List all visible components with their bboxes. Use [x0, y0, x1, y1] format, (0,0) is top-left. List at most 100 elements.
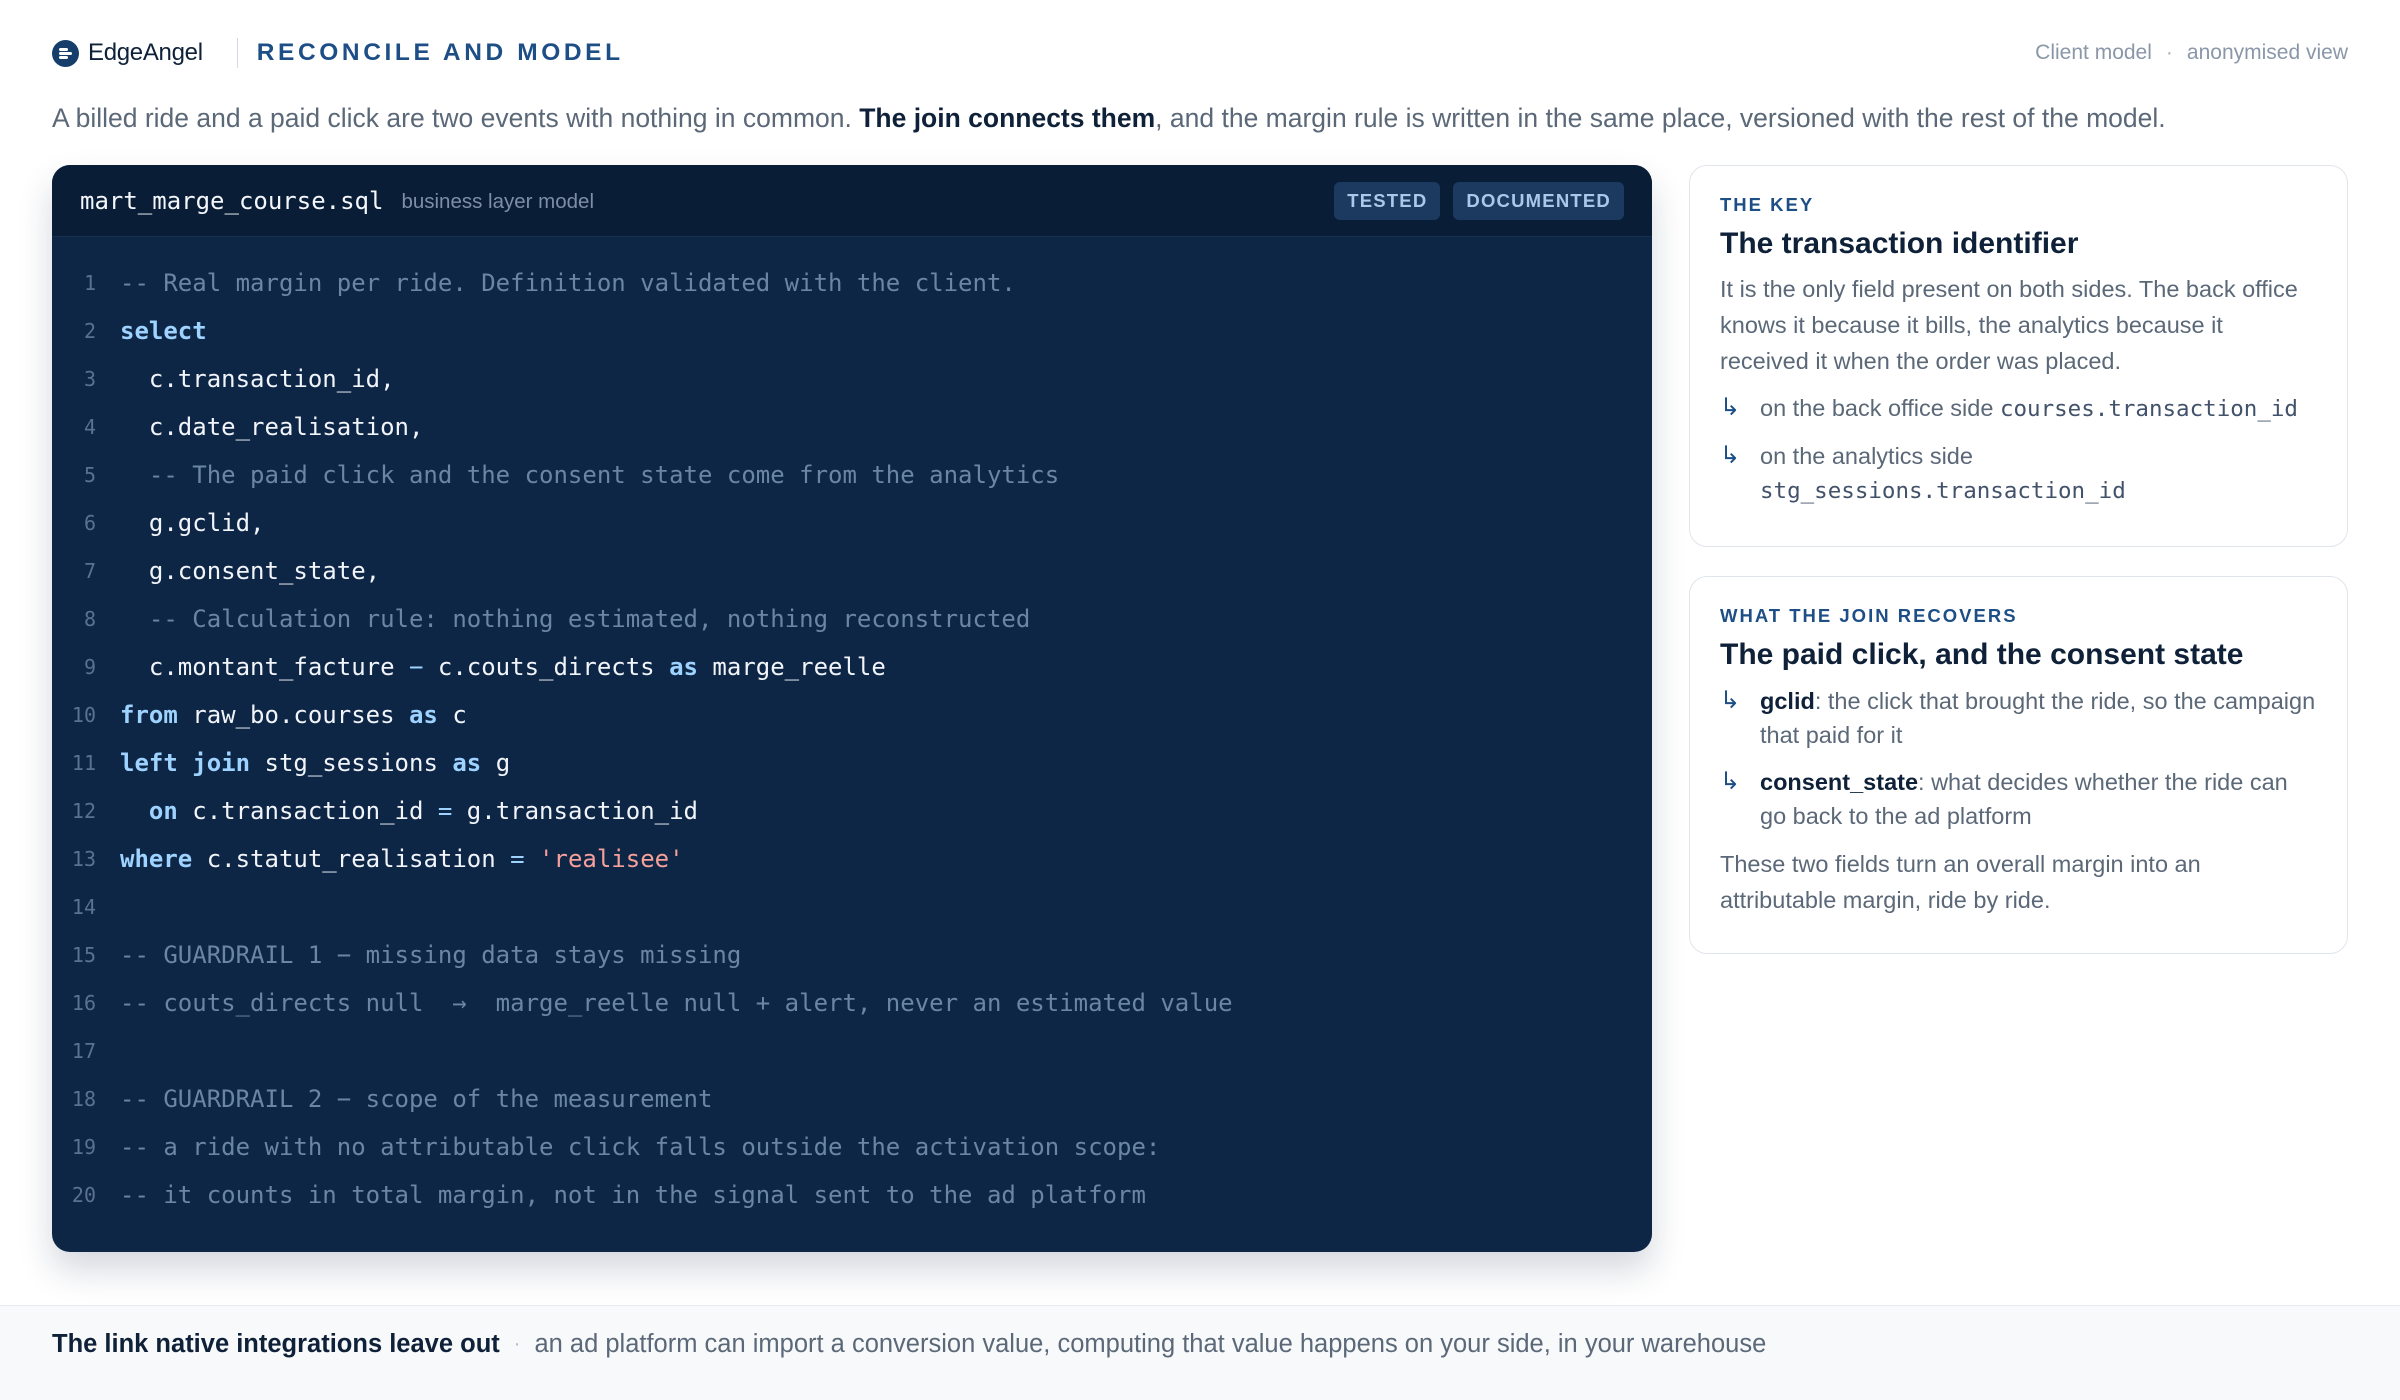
- list-item: ↳ consent_state: what decides whether th…: [1720, 765, 2317, 833]
- code-line: 15 -- GUARDRAIL 1 − missing data stays mi…: [52, 931, 1652, 979]
- code-comment: -- GUARDRAIL 2 − scope of the measuremen…: [120, 1085, 713, 1113]
- code-line: 12 on c.transaction_id = g.transaction_i…: [52, 787, 1652, 835]
- line-code: left join stg_sessions as g: [120, 749, 510, 777]
- code-text: c.statut_realisation: [192, 845, 511, 873]
- key-card-text: It is the only field present on both sid…: [1720, 276, 2298, 374]
- meta-model-label: Client model: [2035, 41, 2152, 64]
- line-number: 9: [83, 655, 96, 679]
- code-line: 1 -- Real margin per ride. Definition val…: [52, 259, 1652, 307]
- line-number: 15: [71, 943, 96, 967]
- line-number: 5: [83, 463, 96, 487]
- return-arrow-icon: ↳: [1720, 687, 1741, 714]
- line-code: c.transaction_id,: [120, 365, 395, 393]
- code-text: stg_sessions: [250, 749, 453, 777]
- code-operator: −: [408, 653, 424, 681]
- code-line: 8 -- Calculation rule: nothing estimated…: [52, 595, 1652, 643]
- code-text: raw_bo.courses: [177, 701, 409, 729]
- line-number: 6: [83, 511, 96, 535]
- line-code: select: [120, 317, 207, 345]
- brand-name: EdgeAngel: [88, 39, 203, 66]
- line-number: 1: [83, 271, 96, 295]
- line-number: 4: [83, 415, 96, 439]
- key-card: THE KEY The transaction identifier It is…: [1689, 165, 2348, 547]
- code-text: c.transaction_id,: [120, 365, 395, 393]
- code-operator: =: [437, 797, 453, 825]
- list-item: ↳ on the back office side courses.transa…: [1720, 391, 2317, 426]
- code-line: 20 -- it counts in total margin, not in t…: [52, 1171, 1652, 1219]
- join-card-text: These two fields turn an overall margin …: [1720, 851, 2201, 913]
- code-operator: =: [510, 845, 525, 873]
- header-divider: [236, 38, 238, 68]
- code-line: 14: [52, 883, 1652, 931]
- line-number: 14: [71, 895, 96, 919]
- code-comment: -- couts_directs null → marge_reelle nul…: [120, 989, 1233, 1017]
- code-keyword: on: [148, 797, 178, 825]
- line-code: c.date_realisation,: [120, 413, 424, 441]
- brand[interactable]: EdgeAngel: [52, 39, 203, 67]
- list-item-description: : the click that brought the ride, so th…: [1760, 688, 2316, 748]
- meta-view-label: anonymised view: [2186, 41, 2348, 64]
- code-text: c.couts_directs: [423, 653, 670, 681]
- line-number: 17: [71, 1039, 96, 1063]
- code-comment: -- a ride with no attributable click fal…: [120, 1133, 1161, 1161]
- line-number: 7: [83, 559, 96, 583]
- list-item-text: on the back office side courses.transact…: [1760, 391, 2298, 426]
- key-card-list: ↳ on the back office side courses.transa…: [1720, 391, 2317, 508]
- file-name: mart_marge_course.sql: [80, 186, 384, 215]
- line-number: 13: [71, 847, 96, 871]
- code-line: 16 -- couts_directs null → marge_reelle n…: [52, 979, 1652, 1027]
- page-header: EdgeAngel RECONCILE AND MODEL Client mod…: [52, 30, 2348, 76]
- code-body[interactable]: 1 -- Real margin per ride. Definition val…: [52, 237, 1652, 1219]
- line-number: 16: [71, 991, 96, 1015]
- code-line: 11 left join stg_sessions as g: [52, 739, 1652, 787]
- footer-text: an ad platform can import a conversion v…: [534, 1329, 1767, 1358]
- list-item-code: stg_sessions.transaction_id: [1760, 478, 2126, 504]
- code-text: c: [437, 701, 467, 729]
- line-number: 18: [71, 1087, 96, 1111]
- code-panel-header: mart_marge_course.sql business layer mod…: [52, 165, 1652, 237]
- code-line: 18 -- GUARDRAIL 2 − scope of the measurem…: [52, 1075, 1652, 1123]
- footer-bar: The link native integrations leave out ·…: [0, 1305, 2400, 1400]
- code-text: g.gclid,: [120, 509, 265, 537]
- code-keyword: as: [669, 653, 698, 681]
- code-text: g.consent_state,: [120, 557, 381, 585]
- edgeangel-logo-icon: [52, 39, 79, 67]
- code-keyword: as: [408, 701, 438, 729]
- code-line: 17: [52, 1027, 1652, 1075]
- code-keyword: where: [120, 845, 193, 873]
- line-code: -- it counts in total margin, not in the…: [120, 1181, 1146, 1209]
- code-line: 5 -- The paid click and the consent stat…: [52, 451, 1652, 499]
- code-keyword: as: [452, 749, 482, 777]
- list-item-code: courses.transaction_id: [1999, 396, 2298, 422]
- code-text: marge_reelle: [697, 653, 886, 681]
- tested-badge: TESTED: [1334, 181, 1441, 220]
- join-card-list: ↳ gclid: the click that brought the ride…: [1720, 684, 2317, 833]
- key-card-eyebrow: THE KEY: [1720, 194, 1815, 215]
- line-number: 2: [83, 319, 96, 343]
- code-text: g.transaction_id: [452, 797, 698, 825]
- line-number: 19: [71, 1135, 96, 1159]
- line-code: from raw_bo.courses as c: [120, 701, 467, 729]
- line-code: -- Real margin per ride. Definition vali…: [120, 269, 1016, 297]
- code-line: 13 where c.statut_realisation = 'realisee…: [52, 835, 1652, 883]
- code-comment: -- The paid click and the consent state …: [120, 461, 1060, 489]
- line-code: g.gclid,: [120, 509, 265, 537]
- line-number: 12: [71, 799, 96, 823]
- documented-badge: DOCUMENTED: [1453, 181, 1624, 220]
- line-code: -- GUARDRAIL 2 − scope of the measuremen…: [120, 1085, 712, 1113]
- line-code: -- a ride with no attributable click fal…: [120, 1133, 1160, 1161]
- code-text: g: [481, 749, 511, 777]
- code-line: 10 from raw_bo.courses as c: [52, 691, 1652, 739]
- key-card-title: The transaction identifier: [1720, 227, 2079, 260]
- line-number: 10: [71, 703, 96, 727]
- file-kind: business layer model: [401, 190, 595, 213]
- code-line: 4 c.date_realisation,: [52, 403, 1652, 451]
- return-arrow-icon: ↳: [1720, 394, 1741, 421]
- code-panel: mart_marge_course.sql business layer mod…: [52, 165, 1652, 1252]
- return-arrow-icon: ↳: [1720, 768, 1741, 795]
- intro-emphasis: The join connects them: [859, 103, 1156, 133]
- code-line: 19 -- a ride with no attributable click f…: [52, 1123, 1652, 1171]
- code-keyword: left join: [120, 749, 251, 777]
- intro-before: A billed ride and a paid click are two e…: [52, 103, 860, 133]
